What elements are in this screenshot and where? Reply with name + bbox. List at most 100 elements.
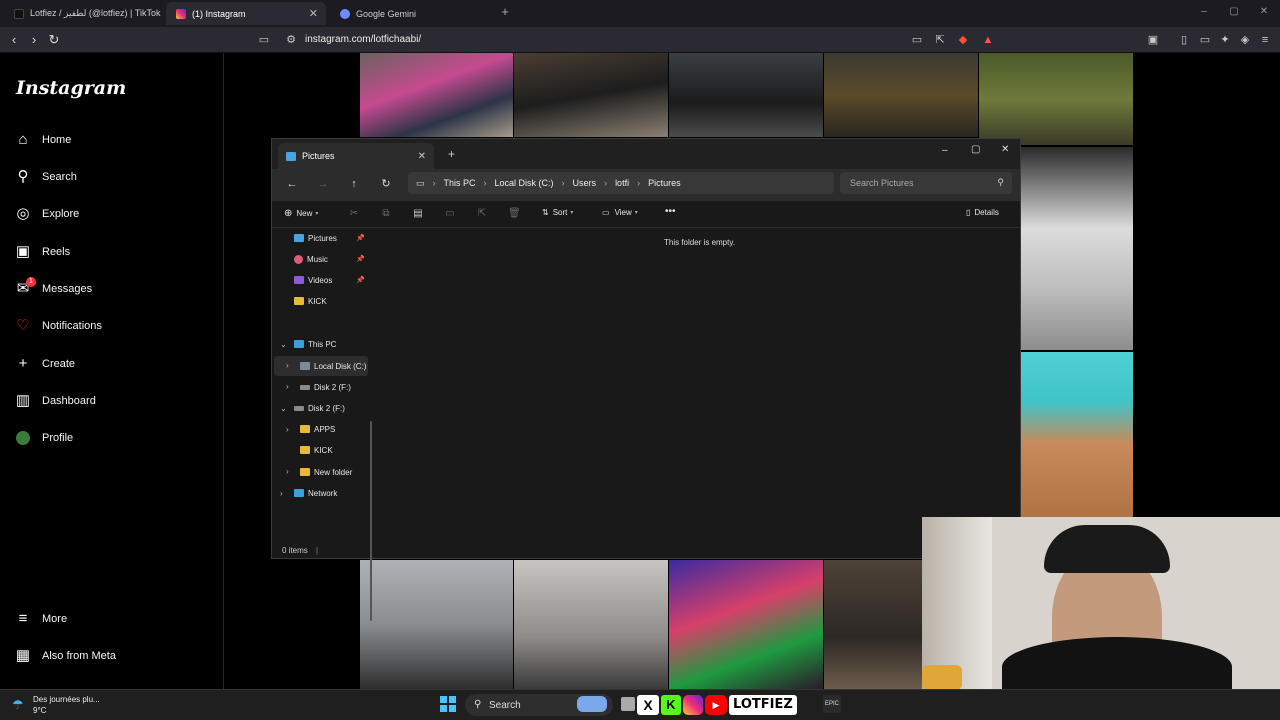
forward-icon[interactable]: →: [316, 177, 330, 191]
tab-tiktok[interactable]: Lotfiez / لطفيز (@lotfiez) | TikTok: [4, 2, 164, 25]
post-thumbnail[interactable]: [824, 560, 922, 689]
tree-disk2[interactable]: Disk 2 (F:): [300, 378, 351, 396]
new-tab-icon[interactable]: +: [497, 4, 513, 20]
view-button[interactable]: ▭ View ▾: [602, 208, 638, 217]
quick-access-kick[interactable]: KICK: [294, 292, 327, 310]
nav-search[interactable]: ⚲ Search: [14, 165, 77, 189]
tab-instagram[interactable]: (1) Instagram ✕: [166, 2, 326, 25]
paste-icon[interactable]: ▤: [412, 208, 424, 220]
pin-icon[interactable]: 📌: [356, 276, 365, 284]
breadcrumb-lotfi[interactable]: lotfi: [615, 178, 629, 188]
task-view-icon[interactable]: [577, 696, 607, 712]
minimize-icon[interactable]: –: [1196, 4, 1212, 20]
nav-explore[interactable]: ◎ Explore: [14, 202, 79, 226]
quick-access-music[interactable]: Music: [294, 250, 328, 268]
tree-local-disk[interactable]: Local Disk (C:): [300, 357, 366, 375]
nav-pane-scrollbar[interactable]: [370, 421, 372, 621]
tree-new-folder[interactable]: New folder: [300, 463, 352, 481]
tab-gemini[interactable]: Google Gemini: [330, 2, 490, 25]
post-thumbnail[interactable]: [669, 560, 823, 689]
share-icon[interactable]: ⇱: [934, 34, 946, 46]
tree-network[interactable]: Network: [294, 484, 337, 502]
nav-notifications[interactable]: ♡ Notifications: [14, 314, 102, 338]
file-explorer-icon[interactable]: [621, 697, 635, 711]
more-options-icon[interactable]: •••: [665, 206, 676, 217]
delete-icon[interactable]: 🗑: [508, 208, 521, 220]
url-bar[interactable]: instagram.com/lotfichaabi/: [305, 34, 421, 45]
rename-icon[interactable]: ▭: [444, 208, 456, 220]
windows-start-icon[interactable]: [440, 696, 456, 712]
close-tab-icon[interactable]: ✕: [309, 7, 318, 20]
minimize-icon[interactable]: –: [942, 145, 948, 156]
pin-icon[interactable]: 📌: [356, 255, 365, 263]
post-thumbnail[interactable]: [360, 560, 513, 689]
chevron-right-icon[interactable]: ›: [286, 425, 289, 434]
nav-home[interactable]: ⌂ Home: [14, 128, 71, 152]
new-tab-icon[interactable]: +: [448, 147, 455, 161]
nav-messages[interactable]: ✉ 1 Messages: [14, 277, 92, 301]
site-info-icon[interactable]: ⚙: [285, 34, 297, 46]
chevron-right-icon[interactable]: ›: [286, 382, 289, 391]
reader-icon[interactable]: ▣: [1147, 34, 1159, 46]
nav-also-from-meta[interactable]: ▦ Also from Meta: [14, 644, 116, 668]
explorer-tab[interactable]: Pictures ✕: [278, 143, 434, 169]
post-thumbnail[interactable]: [824, 53, 978, 137]
tree-apps[interactable]: APPS: [300, 420, 335, 438]
chevron-right-icon[interactable]: ›: [286, 361, 289, 370]
wallet-icon[interactable]: ▭: [1199, 34, 1211, 46]
brave-rewards-icon[interactable]: ▲: [982, 34, 994, 46]
pin-icon[interactable]: 📌: [356, 234, 365, 242]
forward-icon[interactable]: ›: [26, 32, 42, 48]
maximize-icon[interactable]: ▢: [1226, 4, 1242, 20]
brave-shield-icon[interactable]: ◆: [957, 34, 969, 46]
post-thumbnail[interactable]: [514, 560, 668, 689]
up-icon[interactable]: ↑: [347, 177, 361, 191]
tree-kick[interactable]: KICK: [300, 441, 333, 459]
bookmark-icon[interactable]: ▭: [258, 34, 270, 46]
search-input[interactable]: Search Pictures ⚲: [840, 172, 1012, 194]
vpn-icon[interactable]: ◈: [1239, 34, 1251, 46]
leo-icon[interactable]: ✦: [1219, 34, 1231, 46]
refresh-icon[interactable]: ↻: [379, 177, 393, 191]
maximize-icon[interactable]: ▢: [971, 144, 980, 155]
tree-this-pc[interactable]: This PC: [294, 335, 336, 353]
breadcrumb-users[interactable]: Users: [573, 178, 597, 188]
chevron-down-icon[interactable]: ⌄: [280, 340, 287, 349]
cut-icon[interactable]: ✂: [348, 208, 360, 220]
post-thumbnail[interactable]: [360, 53, 513, 137]
address-bar[interactable]: ▭ › This PC › Local Disk (C:) › Users › …: [408, 172, 834, 194]
nav-create[interactable]: + Create: [14, 352, 75, 376]
epic-games-icon[interactable]: EPIC: [823, 695, 841, 713]
weather-widget[interactable]: Des journées plu... 9°C: [33, 694, 100, 716]
nav-dashboard[interactable]: ▥ Dashboard: [14, 389, 96, 413]
close-window-icon[interactable]: ✕: [1256, 4, 1272, 20]
chevron-right-icon[interactable]: ›: [280, 489, 283, 498]
details-button[interactable]: ▯ Details: [966, 208, 999, 217]
chevron-right-icon[interactable]: ›: [286, 467, 289, 476]
nav-more[interactable]: ≡ More: [14, 607, 67, 631]
tree-disk2-expanded[interactable]: Disk 2 (F:): [294, 399, 345, 417]
close-tab-icon[interactable]: ✕: [418, 151, 426, 162]
post-thumbnail[interactable]: [979, 53, 1133, 145]
quick-access-videos[interactable]: Videos: [294, 271, 332, 289]
breadcrumb-pictures[interactable]: Pictures: [648, 178, 681, 188]
new-button[interactable]: ⊕ New ▾: [284, 208, 318, 219]
reload-icon[interactable]: ↻: [46, 32, 62, 48]
weather-icon[interactable]: ☂: [12, 697, 24, 713]
quick-access-pictures[interactable]: Pictures: [294, 229, 337, 247]
post-thumbnail[interactable]: [669, 53, 823, 137]
post-thumbnail[interactable]: [1021, 147, 1133, 350]
breadcrumb-local-disk[interactable]: Local Disk (C:): [495, 178, 554, 188]
back-icon[interactable]: ←: [285, 177, 299, 191]
copy-icon[interactable]: ⧉: [380, 208, 392, 220]
nav-profile[interactable]: Profile: [14, 426, 73, 450]
chevron-down-icon[interactable]: ⌄: [280, 404, 287, 413]
sidebar-icon[interactable]: ▯: [1178, 34, 1190, 46]
sort-button[interactable]: ⇅ Sort ▾: [542, 208, 573, 217]
post-thumbnail[interactable]: [1021, 352, 1133, 518]
share-icon[interactable]: ⇱: [476, 208, 488, 220]
post-thumbnail[interactable]: [514, 53, 668, 137]
breadcrumb-this-pc[interactable]: This PC: [444, 178, 476, 188]
back-icon[interactable]: ‹: [6, 32, 22, 48]
instagram-logo[interactable]: Instagram: [16, 77, 126, 99]
